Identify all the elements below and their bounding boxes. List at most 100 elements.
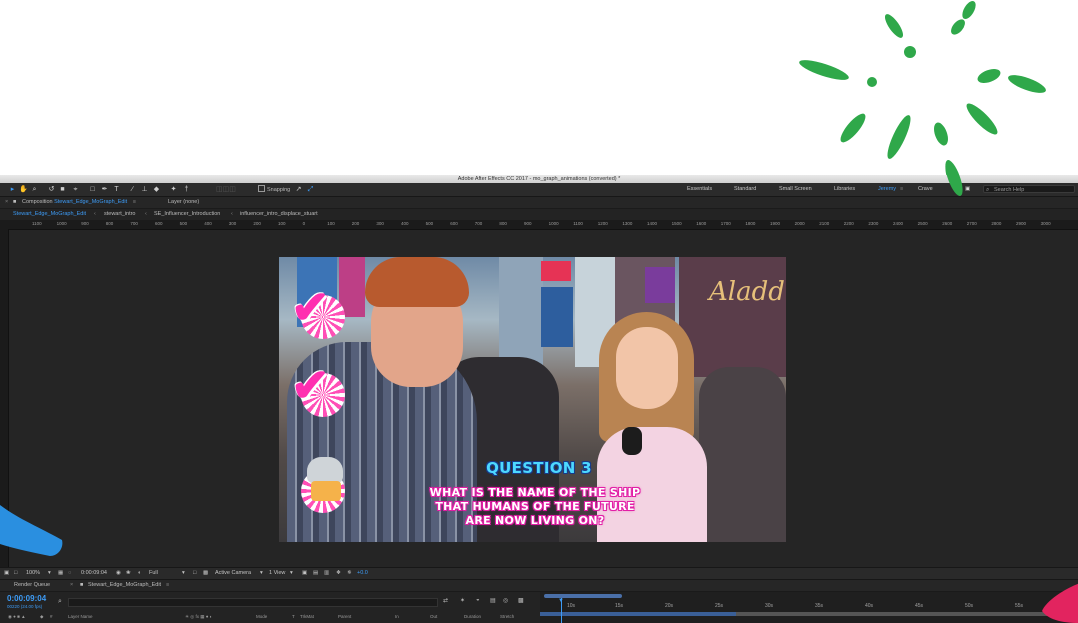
- clone-stamp-tool-icon[interactable]: ⊥: [140, 185, 149, 194]
- composition-frame[interactable]: Aladdin ✔ ✔ QUESTION 3 WHAT IS THE NAME …: [279, 257, 786, 542]
- show-snapshot-icon[interactable]: ❀: [126, 568, 131, 579]
- camera-tool-icon[interactable]: ■: [58, 185, 67, 194]
- zoom-dropdown[interactable]: 100%: [26, 568, 40, 579]
- work-area-bar[interactable]: [544, 594, 622, 598]
- workspace-libraries[interactable]: Libraries: [834, 185, 855, 194]
- timeline-graph[interactable]: ▼ 10s 15s 20s 25s 30s 35s 40s 45s 50s 55…: [540, 592, 1078, 623]
- panel-menu-icon[interactable]: ≡: [166, 580, 169, 591]
- column-out[interactable]: Out: [430, 614, 437, 619]
- resolution-dropdown[interactable]: Full: [149, 568, 158, 579]
- snapshot-icon[interactable]: ◉: [116, 568, 121, 579]
- workspace-essentials[interactable]: Essentials: [687, 185, 712, 194]
- layer-search-field[interactable]: [68, 598, 438, 607]
- frame-blending-icon[interactable]: ▤: [490, 597, 496, 604]
- workspace-jeremy[interactable]: Jeremy: [878, 185, 896, 194]
- snap-features-icon[interactable]: ⤢: [306, 185, 315, 194]
- search-help-field[interactable]: ⌕ Search Help: [983, 185, 1075, 193]
- frame-count: 00220 (24.00 fps): [7, 604, 43, 609]
- eraser-tool-icon[interactable]: ◆: [152, 185, 161, 194]
- timeline-toggle-icon[interactable]: ▥: [324, 568, 329, 579]
- selection-tool-icon[interactable]: ▸: [8, 185, 17, 194]
- ruler-tick: 800: [499, 221, 507, 226]
- exposure-reset-icon[interactable]: ✵: [347, 568, 352, 579]
- ruler-tick: 400: [401, 221, 409, 226]
- zoom-tool-icon[interactable]: ⌕: [30, 185, 39, 194]
- breadcrumb-item[interactable]: stewart_intro: [104, 209, 136, 220]
- column-in[interactable]: In: [395, 614, 399, 619]
- column-parent[interactable]: Parent: [338, 614, 351, 619]
- exposure-value[interactable]: +0.0: [357, 568, 368, 579]
- ruler-tick: 1300: [622, 221, 633, 226]
- grid-toggle-icon[interactable]: ▦: [58, 568, 63, 579]
- search-icon[interactable]: ⌕: [58, 598, 62, 606]
- ruler-tick: 200: [253, 221, 261, 226]
- column-layer-name[interactable]: Layer Name: [68, 614, 93, 619]
- playhead-icon[interactable]: ▼: [558, 598, 564, 604]
- breadcrumb-item[interactable]: influencer_intro_displace_stuart: [240, 209, 318, 220]
- always-preview-icon[interactable]: ▣: [4, 568, 9, 579]
- fast-previews-icon[interactable]: ▤: [313, 568, 318, 579]
- layer-panel-tab[interactable]: Layer (none): [168, 197, 199, 208]
- view-layout-dropdown[interactable]: 1 View: [269, 568, 285, 579]
- snapping-toggle[interactable]: Snapping: [258, 185, 290, 195]
- column-stretch[interactable]: Stretch: [500, 614, 514, 619]
- camera-dropdown[interactable]: Active Camera: [215, 568, 251, 579]
- flowchart-icon[interactable]: ❖: [336, 568, 341, 579]
- chevron-down-icon: ▾: [260, 570, 263, 576]
- search-icon: ⌕: [986, 187, 990, 193]
- transparency-grid-icon[interactable]: ▩: [203, 568, 208, 579]
- type-tool-icon[interactable]: T: [112, 185, 121, 194]
- billboard-blue-2: [541, 287, 573, 347]
- snapping-checkbox[interactable]: [258, 185, 265, 192]
- column-trkmat[interactable]: TrkMat: [300, 614, 314, 619]
- roto-brush-tool-icon[interactable]: ✦: [169, 185, 178, 194]
- ruler-tick: 2700: [966, 221, 977, 226]
- composition-lock-icon[interactable]: ■: [13, 197, 16, 208]
- ruler-tick: 1200: [597, 221, 608, 226]
- region-of-interest-icon[interactable]: □: [193, 568, 196, 579]
- panel-menu-icon[interactable]: ≡: [133, 199, 136, 205]
- rectangle-tool-icon[interactable]: □: [88, 185, 97, 194]
- close-tab-icon[interactable]: ×: [70, 580, 73, 591]
- ruler-tick: 1900: [770, 221, 781, 226]
- timeline-comp-tab[interactable]: Stewart_Edge_MoGraph_Edit: [88, 580, 161, 591]
- composition-panel-tab[interactable]: Composition Stewart_Edge_MoGraph_Edit ≡: [22, 197, 136, 208]
- motion-blur-icon[interactable]: ◎: [503, 597, 508, 604]
- time-ruler-tick: 45s: [915, 603, 924, 609]
- column-mode[interactable]: Mode: [256, 614, 267, 619]
- ruler-tick: 2400: [893, 221, 904, 226]
- mask-toggle-icon[interactable]: ◌: [68, 568, 71, 579]
- pixel-aspect-icon[interactable]: ▣: [302, 568, 307, 579]
- rotate-tool-icon[interactable]: ↺: [47, 185, 56, 194]
- ruler-tick: 200: [351, 221, 360, 226]
- workspace-small-screen[interactable]: Small Screen: [779, 185, 812, 194]
- snap-edges-icon[interactable]: ↗: [294, 185, 303, 194]
- preview-range-bar[interactable]: [540, 612, 736, 616]
- column-duration[interactable]: Duration: [464, 614, 481, 619]
- workspace-standard[interactable]: Standard: [734, 185, 756, 194]
- graph-editor-icon[interactable]: ▩: [518, 597, 524, 604]
- shy-layers-icon[interactable]: ◒: [476, 597, 480, 603]
- viewer-timecode[interactable]: 0:00:09:04: [81, 568, 107, 579]
- puppet-pin-tool-icon[interactable]: †: [182, 185, 191, 194]
- ruler-tick: 600: [450, 221, 458, 226]
- sync-settings-icon[interactable]: ▣: [965, 185, 970, 194]
- workspace-menu-icon[interactable]: ≡: [900, 185, 903, 194]
- aladdin-sign: Aladdin: [709, 277, 786, 307]
- ruler-tick: 300: [376, 221, 384, 226]
- close-panel-icon[interactable]: ×: [5, 197, 8, 208]
- pen-tool-icon[interactable]: ✒: [100, 185, 109, 194]
- comp-mini-flowchart-icon[interactable]: ⇄: [443, 597, 448, 604]
- pan-behind-tool-icon[interactable]: ⌖: [71, 185, 80, 194]
- workspace-crave[interactable]: Crave: [918, 185, 933, 194]
- draft-3d-icon[interactable]: ✶: [460, 597, 465, 604]
- current-time-display[interactable]: 0:00:09:04: [7, 594, 46, 603]
- hand-tool-icon[interactable]: ✋: [19, 185, 28, 194]
- column-t[interactable]: T: [292, 614, 295, 619]
- breadcrumb-item[interactable]: SE_Influencer_Introduction: [154, 209, 220, 220]
- color-channel-icon[interactable]: ◐: [138, 568, 141, 579]
- window-title: Adobe After Effects CC 2017 - mo_graph_a…: [457, 176, 621, 182]
- render-queue-tab[interactable]: Render Queue: [14, 580, 50, 591]
- brush-tool-icon[interactable]: ∕: [128, 185, 137, 194]
- region-icon[interactable]: □: [14, 568, 17, 579]
